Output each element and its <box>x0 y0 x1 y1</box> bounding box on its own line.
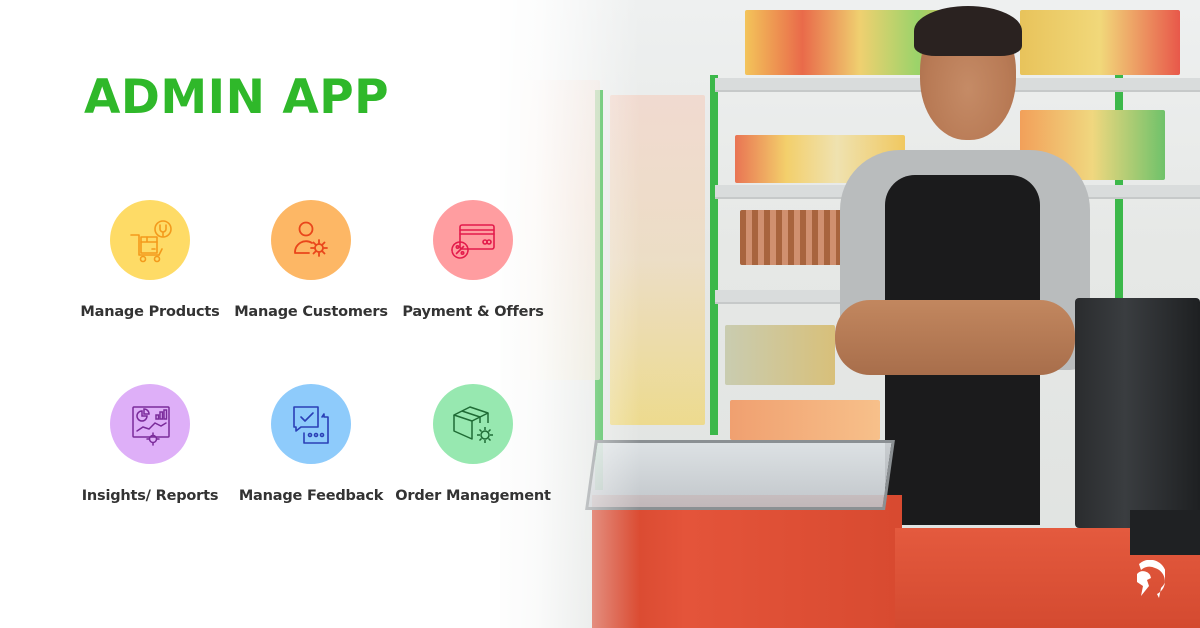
feature-label: Manage Products <box>80 304 220 320</box>
shelf-goods <box>725 325 835 385</box>
report-chart-gear-icon <box>132 406 170 446</box>
feature-order-management[interactable]: Order Management <box>393 384 553 504</box>
shelf-goods <box>730 400 880 440</box>
pos-monitor <box>1075 298 1200 528</box>
feature-manage-feedback[interactable]: Manage Feedback <box>231 384 391 504</box>
feature-icon-circle <box>433 200 513 280</box>
cart-wrench-icon <box>130 220 172 263</box>
feature-icon-circle <box>110 384 190 464</box>
feature-icon-circle <box>271 384 351 464</box>
feature-label: Manage Feedback <box>238 488 384 504</box>
feature-label: Insights/ Reports <box>81 488 219 504</box>
spartan-helmet-logo-icon <box>1137 560 1165 598</box>
card-discount-icon <box>451 224 495 259</box>
person-arms <box>835 300 1075 375</box>
feature-icon-circle <box>271 200 351 280</box>
user-gear-icon <box>294 221 328 257</box>
shelf-frame <box>710 75 718 435</box>
feature-icon-circle <box>110 200 190 280</box>
feature-label: Order Management <box>395 488 551 504</box>
person-hair <box>914 6 1022 56</box>
feature-manage-products[interactable]: Manage Products <box>70 200 230 320</box>
pos-monitor-stand <box>1130 510 1200 555</box>
page-title: ADMIN APP <box>84 70 390 125</box>
shelf <box>715 290 855 304</box>
box-gear-icon <box>453 406 493 443</box>
shelf-goods <box>1020 10 1180 75</box>
feature-payment-offers[interactable]: Payment & Offers <box>393 200 553 320</box>
feature-icon-circle <box>433 384 513 464</box>
feature-manage-customers[interactable]: Manage Customers <box>231 200 391 320</box>
shelf-goods <box>740 210 850 265</box>
feature-label: Payment & Offers <box>402 304 544 320</box>
chat-check-icon <box>293 406 329 444</box>
feature-label: Manage Customers <box>234 304 388 320</box>
feature-insights-reports[interactable]: Insights/ Reports <box>70 384 230 504</box>
